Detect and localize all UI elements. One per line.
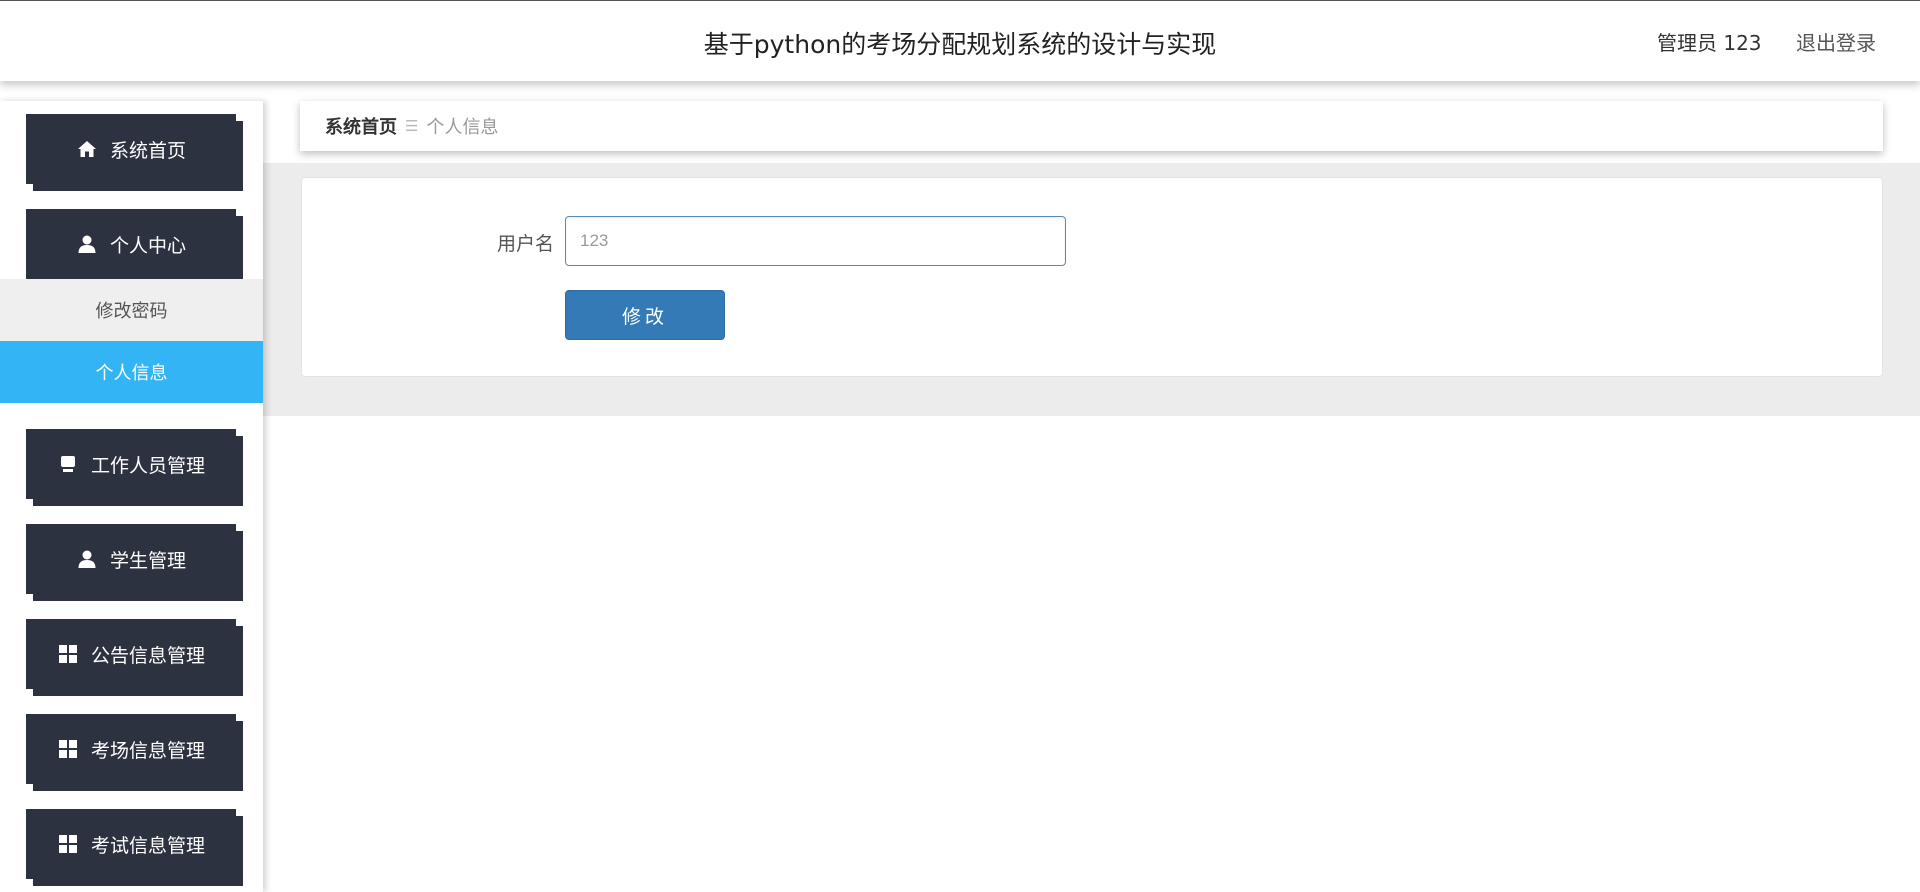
update-button[interactable]: 修改: [565, 290, 725, 340]
sidebar: 系统首页 个人中心 修改密码 个人信息 工作人员管理 学生管理 公告信息管理 考…: [0, 101, 263, 892]
sidebar-subitem-label: 修改密码: [95, 301, 168, 322]
breadcrumb-current: 个人信息: [426, 117, 499, 138]
sidebar-subitem-personal-info[interactable]: 个人信息: [0, 341, 263, 403]
user-icon: [76, 548, 98, 570]
user-icon: [76, 233, 98, 255]
sidebar-subitem-label: 个人信息: [95, 363, 168, 384]
current-user-label: 管理员 123: [1657, 31, 1762, 55]
home-icon: [76, 138, 98, 160]
sidebar-item-label: 工作人员管理: [90, 454, 205, 477]
sidebar-item-label: 公告信息管理: [90, 644, 205, 667]
grid-icon: [57, 643, 79, 665]
top-header: 基于python的考场分配规划系统的设计与实现 管理员 123 退出登录: [0, 0, 1920, 81]
sidebar-item-label: 个人中心: [109, 234, 186, 257]
sidebar-item-label: 考试信息管理: [90, 834, 205, 857]
grid-icon: [57, 833, 79, 855]
logout-link[interactable]: 退出登录: [1796, 27, 1876, 56]
breadcrumb: 系统首页 ☰ 个人信息: [300, 101, 1883, 151]
profile-form: 用户名 修改: [301, 177, 1883, 377]
sidebar-item-exam-info-management[interactable]: 考试信息管理: [26, 809, 236, 879]
sidebar-item-label: 学生管理: [109, 549, 186, 572]
sidebar-item-home[interactable]: 系统首页: [26, 114, 236, 184]
sidebar-item-label: 系统首页: [109, 139, 186, 162]
sidebar-item-notice-management[interactable]: 公告信息管理: [26, 619, 236, 689]
grid-icon: [57, 738, 79, 760]
sidebar-item-personal-center[interactable]: 个人中心: [26, 209, 236, 279]
username-input[interactable]: [565, 216, 1066, 266]
username-label: 用户名: [496, 233, 554, 255]
sidebar-subitem-change-password[interactable]: 修改密码: [0, 279, 263, 341]
tray-icon: [57, 453, 79, 475]
breadcrumb-separator-icon: ☰: [405, 117, 419, 135]
sidebar-item-label: 考场信息管理: [90, 739, 205, 762]
sidebar-item-student-management[interactable]: 学生管理: [26, 524, 236, 594]
sidebar-item-exam-room-management[interactable]: 考场信息管理: [26, 714, 236, 784]
app-title: 基于python的考场分配规划系统的设计与实现: [703, 30, 1217, 59]
breadcrumb-home[interactable]: 系统首页: [325, 113, 397, 139]
sidebar-item-staff-management[interactable]: 工作人员管理: [26, 429, 236, 499]
